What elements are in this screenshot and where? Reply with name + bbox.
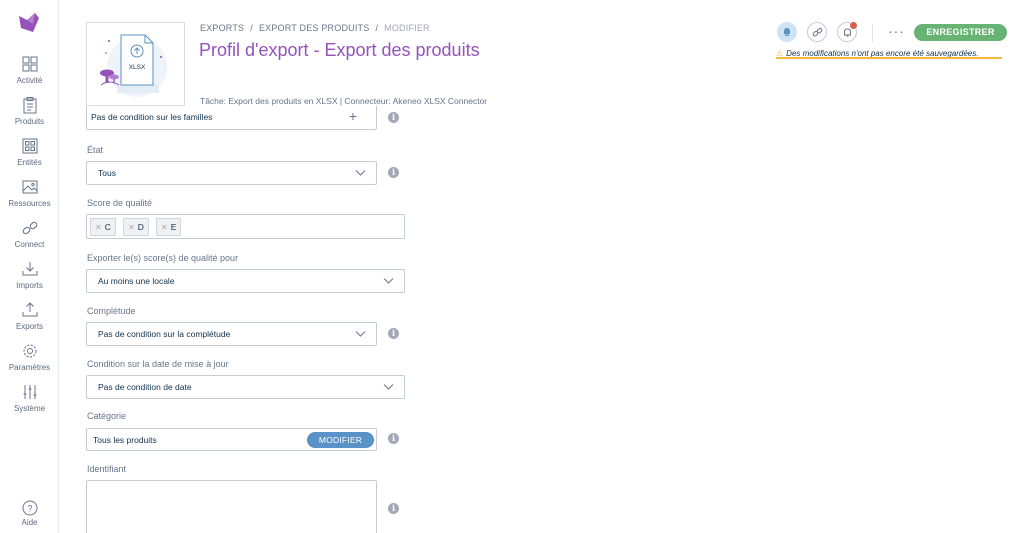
nav-label: Imports [16, 281, 43, 290]
quality-score-label: Score de qualité [87, 198, 153, 208]
category-label: Catégorie [87, 411, 127, 421]
nav-item-system[interactable]: Système [0, 383, 59, 423]
info-icon[interactable]: i [388, 167, 399, 178]
breadcrumb-current: MODIFIER [384, 23, 430, 33]
quality-tag-c[interactable]: ✕ C [90, 218, 116, 236]
chevron-down-icon [355, 331, 366, 337]
clipboard-icon [23, 97, 36, 114]
state-select[interactable]: Tous [86, 161, 377, 185]
import-icon [22, 262, 37, 276]
update-date-select[interactable]: Pas de condition de date [86, 375, 405, 399]
entities-icon [22, 138, 37, 154]
image-icon [22, 180, 37, 194]
identifier-textarea[interactable] [86, 480, 377, 533]
breadcrumb-exports[interactable]: EXPORTS [200, 23, 244, 33]
lightbulb-icon [784, 28, 790, 36]
connector-button[interactable] [807, 22, 827, 42]
gear-icon [23, 344, 36, 358]
notifications-button[interactable] [837, 22, 857, 42]
sliders-icon [23, 385, 36, 399]
nav-label: Connect [14, 240, 45, 249]
remove-icon[interactable]: ✕ [128, 223, 135, 232]
completeness-value: Pas de condition sur la complétude [98, 329, 231, 339]
svg-text:?: ? [27, 504, 32, 514]
info-icon[interactable]: i [388, 112, 399, 123]
breadcrumb: EXPORTS / EXPORT DES PRODUITS / MODIFIER [200, 23, 430, 33]
nav-label: Activité [16, 76, 43, 85]
main-sidebar: Activité Produits Entités Ressources Con… [0, 0, 59, 533]
update-date-label: Condition sur la date de mise à jour [87, 359, 229, 369]
nav-item-connect[interactable]: Connect [0, 219, 59, 259]
quality-export-label: Exporter le(s) score(s) de qualité pour [87, 253, 239, 263]
state-label: État [87, 145, 104, 155]
help-icon: ? [22, 500, 37, 516]
save-button[interactable]: ENREGISTRER [914, 24, 1007, 41]
link-icon [812, 27, 822, 37]
identifier-label: Identifiant [87, 464, 127, 474]
nav-item-settings[interactable]: Paramètres [0, 342, 59, 382]
xlsx-file-icon: XLSX [100, 34, 167, 97]
nav-item-assets[interactable]: Ressources [0, 178, 59, 218]
notification-badge-icon [850, 22, 857, 29]
completeness-select[interactable]: Pas de condition sur la complétude [86, 322, 377, 346]
completeness-label: Complétude [87, 306, 136, 316]
quality-score-multiselect[interactable]: ✕ C ✕ D ✕ E [86, 214, 405, 239]
edit-category-button[interactable]: MODIFIER [307, 432, 374, 448]
nav-label: Entités [17, 158, 42, 167]
header-divider [872, 24, 873, 42]
chevron-down-icon [383, 278, 394, 284]
nav-label: Paramètres [8, 363, 51, 372]
nav-label: Système [13, 404, 46, 413]
nav-item-activity[interactable]: Activité [0, 55, 59, 95]
nav-label: Exports [15, 322, 44, 331]
quality-export-select[interactable]: Au moins une locale [86, 269, 405, 293]
remove-icon[interactable]: ✕ [161, 223, 168, 232]
page-title: Profil d'export - Export des produits [199, 40, 480, 60]
warning-underline [776, 57, 1002, 59]
info-icon[interactable]: i [388, 503, 399, 514]
export-icon [22, 302, 37, 317]
add-icon[interactable]: + [349, 109, 357, 123]
nav-label: Aide [21, 518, 38, 527]
nav-item-entities[interactable]: Entités [0, 137, 59, 177]
nav-item-products[interactable]: Produits [0, 96, 59, 136]
update-date-value: Pas de condition de date [98, 382, 192, 392]
info-icon[interactable]: i [388, 328, 399, 339]
help-center-button[interactable] [777, 22, 797, 42]
export-illustration: XLSX [86, 22, 185, 106]
info-icon[interactable]: i [388, 433, 399, 444]
category-value: Tous les produits [93, 435, 157, 445]
chevron-down-icon [355, 170, 366, 176]
family-filter-value: Pas de condition sur les familles [91, 112, 213, 122]
more-options-button[interactable]: ··· [888, 24, 905, 38]
state-value: Tous [98, 168, 116, 178]
nav-label: Produits [14, 117, 45, 126]
nav-item-exports[interactable]: Exports [0, 301, 59, 341]
link-icon [22, 221, 37, 235]
header-actions [777, 22, 857, 42]
family-filter-input[interactable]: Pas de condition sur les familles + [86, 106, 377, 130]
nav-label: Ressources [8, 199, 51, 208]
quality-export-value: Au moins une locale [98, 276, 175, 286]
breadcrumb-product-export[interactable]: EXPORT DES PRODUITS [259, 23, 370, 33]
akeneo-logo-icon[interactable] [17, 12, 41, 34]
nav-item-imports[interactable]: Imports [0, 260, 59, 300]
category-field: Tous les produits MODIFIER [86, 428, 377, 451]
job-info: Tâche: Export des produits en XLSX | Con… [200, 96, 488, 106]
quality-tag-d[interactable]: ✕ D [123, 218, 149, 236]
chevron-down-icon [383, 384, 394, 390]
remove-icon[interactable]: ✕ [95, 223, 102, 232]
nav-item-help[interactable]: ? Aide [0, 500, 59, 527]
quality-tag-e[interactable]: ✕ E [156, 218, 182, 236]
dashboard-icon [22, 56, 37, 72]
svg-text:XLSX: XLSX [129, 64, 146, 71]
